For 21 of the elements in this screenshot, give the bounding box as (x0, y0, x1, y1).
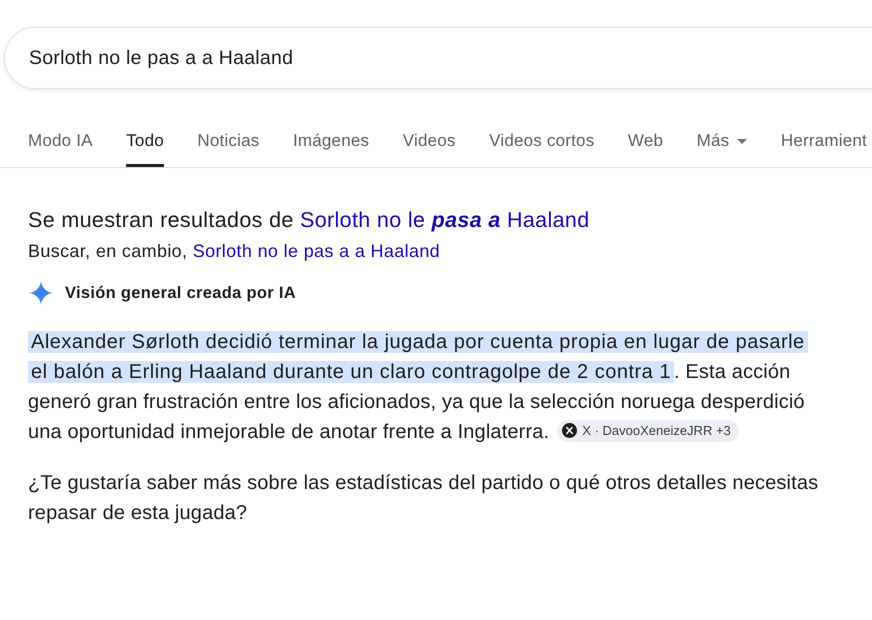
search-tab[interactable]: Modo IA (28, 119, 93, 167)
site-logo-icon (562, 423, 578, 438)
answer-paragraph: Alexander Sørloth decidió terminar la jugada por cuenta propia en lugar de pasarle el balón a Erling Haaland durante un claro contragolpe de 2 contra 1. Esta acción generó gran frustración entre los aficionados, ya que la selección noruega desperdició una oportunidad inmejorable de anotar frente a Inglaterra. X · DavooXeneizeJRR +3 (28, 327, 822, 447)
source-chip[interactable]: X · DavooXeneizeJRR +3 (557, 420, 739, 442)
search-field[interactable]: Sorloth no le pas a a Haaland (4, 27, 872, 89)
spelling-notice: Se muestran resultados de Sorloth no le pasa a Haaland (28, 207, 591, 234)
search-tab[interactable]: Herramient (780, 119, 867, 167)
caret-icon (737, 138, 748, 144)
search-tab[interactable]: Videos (402, 119, 456, 167)
sparkle-icon (28, 280, 54, 306)
answer-paragraph: ¿Te gustaría saber más sobre las estadísticas del partido o qué otros detalles necesitas repasar de esta jugada? (28, 471, 820, 526)
search-tab[interactable]: Noticias (197, 119, 260, 167)
search-tab[interactable]: Web (628, 119, 664, 167)
search-tab[interactable]: Todo (126, 119, 164, 167)
more-menu-tab[interactable]: Más (696, 119, 748, 167)
search-tab[interactable]: Imágenes (292, 119, 370, 167)
search-tab[interactable]: Videos cortos (489, 119, 594, 167)
corrected-query-link[interactable]: Sorloth no le pasa a Haaland (300, 208, 590, 232)
ai-overview-title: Visión general creada por IA (65, 284, 296, 302)
original-query-link[interactable]: Sorloth no le pas a a Haaland (192, 241, 440, 261)
original-query-notice: Buscar, en cambio, Sorloth no le pas a a Haaland (28, 240, 442, 263)
